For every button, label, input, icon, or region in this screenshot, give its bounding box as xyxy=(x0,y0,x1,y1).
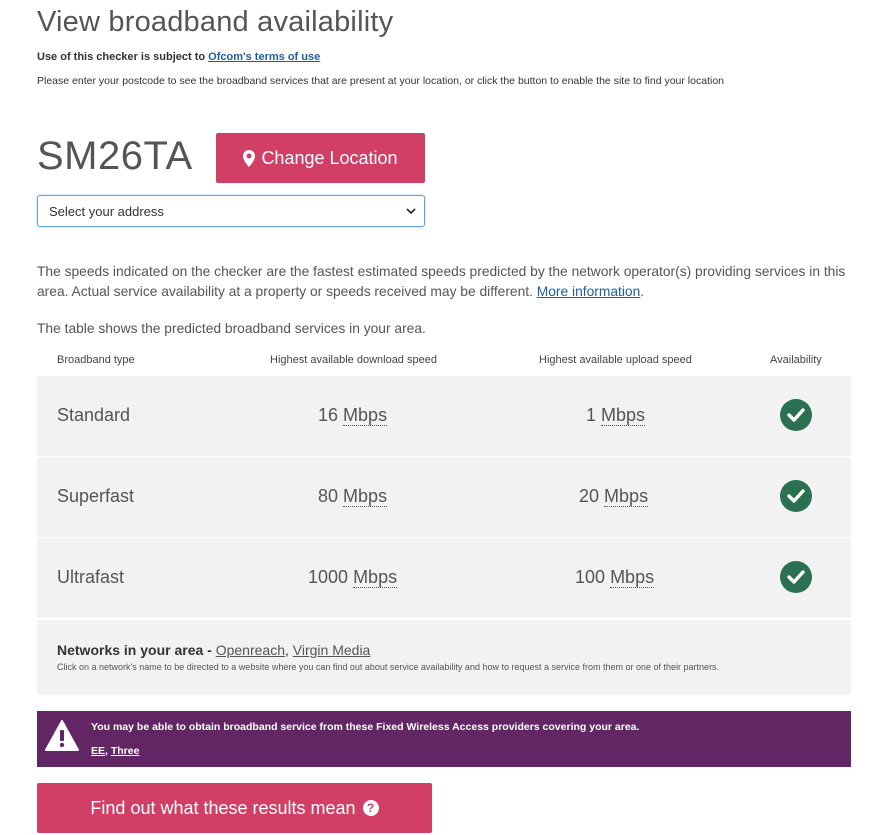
page-title: View broadband availability xyxy=(37,6,394,38)
terms-prefix: Use of this checker is subject to xyxy=(37,51,209,63)
speed-unit: Mbps xyxy=(601,405,646,426)
download-value: 1000 xyxy=(308,567,349,587)
fwa-providers: EE, Three xyxy=(91,745,140,757)
speed-unit: Mbps xyxy=(343,486,388,507)
fixed-wireless-banner: You may be able to obtain broadband serv… xyxy=(37,711,851,767)
check-circle-icon xyxy=(780,561,812,593)
upload-value: 20 xyxy=(579,486,600,506)
fwa-link-ee[interactable]: EE xyxy=(91,745,105,757)
upload-value: 1 xyxy=(586,405,597,425)
speeds-disclaimer: The speeds indicated on the checker are … xyxy=(37,264,846,299)
download-speed: 1000 Mbps xyxy=(308,567,398,588)
intro-text: Please enter your postcode to see the br… xyxy=(37,75,725,87)
speed-unit: Mbps xyxy=(604,486,649,507)
results-table: Standard 16 Mbps 1 Mbps Superfast 80 Mbp… xyxy=(37,376,851,618)
network-link-virgin-media[interactable]: Virgin Media xyxy=(293,642,371,658)
terms-link[interactable]: Ofcom's terms of use xyxy=(208,51,320,63)
table-intro: The table shows the predicted broadband … xyxy=(37,321,426,336)
address-select-value: Select your address xyxy=(49,203,164,219)
broadband-type: Ultrafast xyxy=(57,567,125,587)
postcode-display: SM26TA xyxy=(37,134,193,178)
terms-notice: Use of this checker is subject to Ofcom'… xyxy=(37,51,320,63)
download-speed: 16 Mbps xyxy=(318,405,388,426)
warning-triangle-icon xyxy=(45,720,79,751)
upload-speed: 1 Mbps xyxy=(586,405,646,426)
download-speed: 80 Mbps xyxy=(318,486,388,507)
header-broadband-type: Broadband type xyxy=(57,354,135,366)
table-row: Superfast 80 Mbps 20 Mbps xyxy=(37,457,851,538)
download-value: 16 xyxy=(318,405,339,425)
networks-panel: Networks in your area - Openreach, Virgi… xyxy=(37,620,851,695)
results-button-label: Find out what these results mean xyxy=(90,797,356,818)
speeds-text: The speeds indicated on the checker are … xyxy=(37,264,846,299)
chevron-down-icon xyxy=(406,208,416,214)
fwa-link-three[interactable]: Three xyxy=(111,745,140,757)
broadband-type: Standard xyxy=(57,405,131,425)
address-select[interactable]: Select your address xyxy=(37,195,425,227)
check-circle-icon xyxy=(780,399,812,431)
network-link-openreach[interactable]: Openreach xyxy=(216,642,285,658)
header-download-speed: Highest available download speed xyxy=(270,354,437,366)
table-row: Standard 16 Mbps 1 Mbps xyxy=(37,376,851,457)
fwa-message: You may be able to obtain broadband serv… xyxy=(91,721,640,733)
table-row: Ultrafast 1000 Mbps 100 Mbps xyxy=(37,538,851,618)
table-header: Broadband type Highest available downloa… xyxy=(37,354,851,370)
change-location-button[interactable]: Change Location xyxy=(216,133,425,183)
header-availability: Availability xyxy=(770,354,822,366)
speed-unit: Mbps xyxy=(610,567,655,588)
find-out-results-button[interactable]: Find out what these results mean ? xyxy=(37,783,432,833)
broadband-type: Superfast xyxy=(57,486,135,506)
networks-label: Networks in your area - xyxy=(57,642,216,658)
header-upload-speed: Highest available upload speed xyxy=(539,354,692,366)
map-marker-icon xyxy=(243,149,256,167)
question-circle-icon: ? xyxy=(362,800,379,816)
upload-speed: 100 Mbps xyxy=(575,567,655,588)
speed-unit: Mbps xyxy=(343,405,388,426)
upload-value: 100 xyxy=(575,567,606,587)
networks-title: Networks in your area - Openreach, Virgi… xyxy=(57,642,371,658)
download-value: 80 xyxy=(318,486,339,506)
speed-unit: Mbps xyxy=(353,567,398,588)
upload-speed: 20 Mbps xyxy=(579,486,649,507)
check-circle-icon xyxy=(780,480,812,512)
change-location-label: Change Location xyxy=(261,147,398,168)
networks-note: Click on a network's name to be directed… xyxy=(57,662,720,672)
more-information-link[interactable]: More information xyxy=(537,284,641,299)
